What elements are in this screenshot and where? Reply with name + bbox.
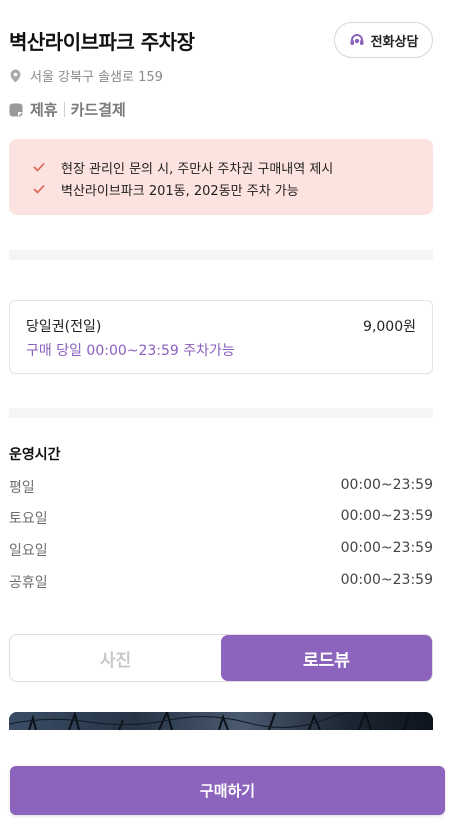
hours-row: 토요일 00:00~23:59 xyxy=(9,508,433,528)
hours-row: 일요일 00:00~23:59 xyxy=(9,540,433,560)
location-pin-icon xyxy=(10,69,21,82)
section-divider xyxy=(9,250,433,260)
buy-button[interactable]: 구매하기 xyxy=(10,766,445,815)
header: 벽산라이브파크 주차장 전화상담 xyxy=(9,22,433,58)
hours-title: 운영시간 xyxy=(9,447,61,463)
notice-text: 벽산라이브파크 201동, 202동만 주차 가능 xyxy=(61,183,299,199)
tag-row: 제휴 카드결제 xyxy=(9,99,126,120)
hours-time: 00:00~23:59 xyxy=(340,508,433,524)
view-toggle: 사진 로드뷰 xyxy=(9,634,433,682)
roadview-trees xyxy=(9,712,433,730)
check-icon xyxy=(33,162,45,172)
hours-row: 평일 00:00~23:59 xyxy=(9,477,433,497)
notice-box: 현장 관리인 문의 시, 주만사 주차권 구매내역 제시 벽산라이브파크 201… xyxy=(9,139,433,215)
phone-consult-button[interactable]: 전화상담 xyxy=(334,22,433,58)
hours-day: 일요일 xyxy=(9,543,48,559)
notice-item: 벽산라이브파크 201동, 202동만 주차 가능 xyxy=(33,178,433,200)
headset-icon xyxy=(350,34,364,45)
hours-time: 00:00~23:59 xyxy=(340,477,433,493)
hours-time: 00:00~23:59 xyxy=(340,572,433,588)
ticket-name: 당일권(전일) xyxy=(26,319,102,335)
hours-day: 평일 xyxy=(9,480,35,496)
tag-card-payment: 카드결제 xyxy=(70,101,126,119)
tag-divider xyxy=(63,102,65,117)
tag-icon xyxy=(9,103,23,116)
page-title: 벽산라이브파크 주차장 xyxy=(9,30,195,54)
photo-tab[interactable]: 사진 xyxy=(10,635,221,681)
ticket-card[interactable]: 당일권(전일) 9,000원 구매 당일 00:00~23:59 주차가능 xyxy=(9,300,433,374)
address-text: 서울 강북구 솔샘로 159 xyxy=(30,70,163,85)
roadview-image[interactable] xyxy=(9,712,433,730)
ticket-price: 9,000원 xyxy=(363,319,416,335)
notice-text: 현장 관리인 문의 시, 주만사 주차권 구매내역 제시 xyxy=(61,161,334,177)
roadview-tab[interactable]: 로드뷰 xyxy=(221,635,432,681)
hours-time: 00:00~23:59 xyxy=(340,540,433,556)
hours-row: 공휴일 00:00~23:59 xyxy=(9,572,433,592)
check-icon xyxy=(33,184,45,194)
hours-day: 공휴일 xyxy=(9,575,48,591)
ticket-description: 구매 당일 00:00~23:59 주차가능 xyxy=(26,343,235,359)
phone-consult-label: 전화상담 xyxy=(370,34,419,50)
tag-partner: 제휴 xyxy=(30,101,58,119)
address-row: 서울 강북구 솔샘로 159 xyxy=(9,66,163,85)
hours-day: 토요일 xyxy=(9,511,48,527)
notice-item: 현장 관리인 문의 시, 주만사 주차권 구매내역 제시 xyxy=(33,156,433,178)
section-divider xyxy=(9,408,433,418)
